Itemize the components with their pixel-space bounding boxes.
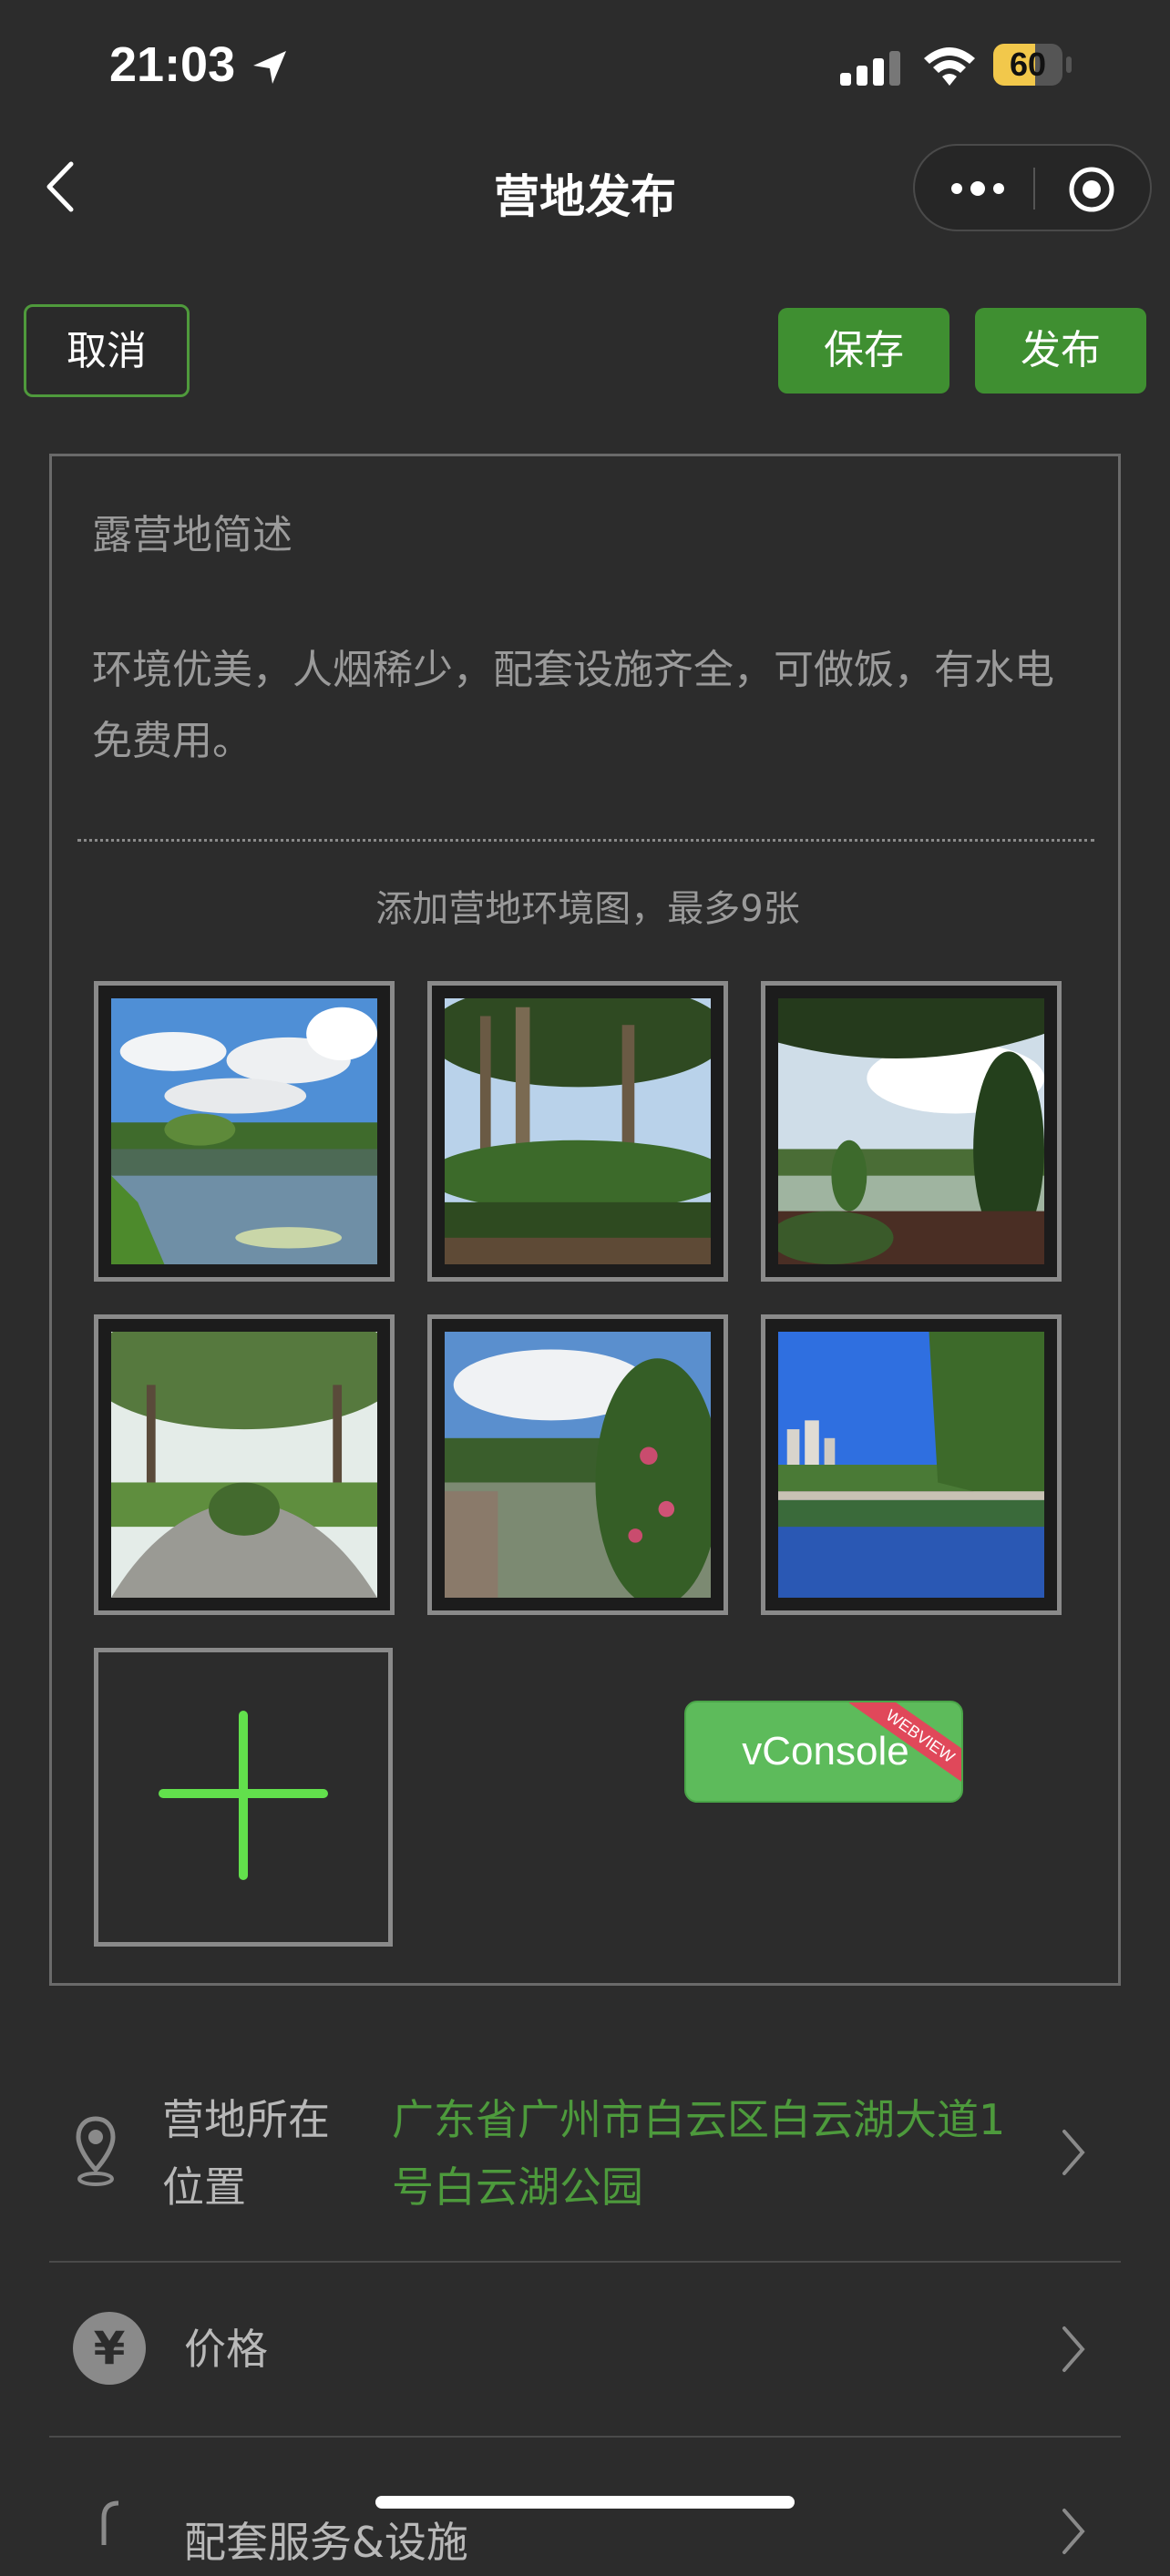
save-button[interactable]: 保存 [778, 308, 949, 394]
chevron-right-icon [1062, 2130, 1085, 2175]
location-value-line1: 广东省广州市白云区白云湖大道1 [392, 2095, 1006, 2144]
location-label-line1: 营地所在 [162, 2095, 330, 2144]
flowers-photo-image [445, 1332, 711, 1598]
service-icon [101, 2500, 119, 2545]
target-icon[interactable] [1068, 166, 1115, 213]
photo-upload-hint: 添加营地环境图，最多9张 [375, 888, 800, 930]
chevron-right-icon [1062, 2326, 1085, 2372]
page-title: 营地发布 [494, 170, 676, 223]
location-value-line2: 号白云湖公园 [392, 2162, 643, 2212]
campsite-photo-2[interactable] [427, 981, 728, 1282]
price-row[interactable]: ¥ 价格 [49, 2261, 1121, 2438]
lakeview-photo-image [778, 998, 1044, 1264]
campsite-photo-3[interactable] [761, 981, 1062, 1282]
location-row[interactable]: 营地所在 位置 广东省广州市白云区白云湖大道1 号白云湖公园 [49, 2044, 1121, 2263]
description-title: 露营地简述 [92, 512, 292, 558]
lake-photo-image [111, 998, 377, 1264]
status-time: 21:03 [109, 37, 236, 92]
trees-photo-image [445, 998, 711, 1264]
wifi-icon [924, 47, 975, 86]
location-arrow-icon [253, 51, 286, 84]
location-pin-icon [76, 2116, 116, 2186]
section-divider [77, 839, 1094, 842]
cancel-button[interactable]: 取消 [24, 304, 190, 397]
chevron-left-icon[interactable] [36, 155, 91, 219]
status-bar: 21:03 60 [0, 0, 1170, 137]
description-textarea[interactable]: 环境优美，人烟稀少，配套设施齐全，可做饭，有水电免费用。 [92, 635, 1085, 777]
services-row[interactable]: 配套服务&设施 [49, 2436, 1121, 2567]
campsite-photo-1[interactable] [94, 981, 395, 1282]
home-indicator[interactable] [375, 2496, 795, 2509]
battery-indicator: 60 [993, 44, 1072, 87]
campsite-photo-6[interactable] [761, 1314, 1062, 1615]
campsite-photo-4[interactable] [94, 1314, 395, 1615]
location-label-line2: 位置 [162, 2162, 246, 2212]
campsite-form-panel: 露营地简述 环境优美，人烟稀少，配套设施齐全，可做饭，有水电免费用。 添加营地环… [49, 454, 1121, 1986]
price-label: 价格 [184, 2325, 268, 2374]
campsite-photo-5[interactable] [427, 1314, 728, 1615]
citylake-photo-image [778, 1332, 1044, 1598]
chevron-right-icon [1062, 2509, 1085, 2554]
add-photo-button[interactable] [94, 1648, 393, 1947]
yen-icon: ¥ [73, 2312, 146, 2385]
mini-program-capsule [913, 144, 1152, 231]
signal-icon [840, 51, 900, 86]
battery-level: 60 [1009, 46, 1047, 83]
path-photo-image [111, 1332, 377, 1598]
publish-button[interactable]: 发布 [975, 308, 1146, 394]
vconsole-button[interactable]: vConsole WEBVIEW [684, 1701, 963, 1803]
services-label: 配套服务&设施 [184, 2518, 468, 2567]
more-dots-icon[interactable] [949, 179, 1006, 199]
